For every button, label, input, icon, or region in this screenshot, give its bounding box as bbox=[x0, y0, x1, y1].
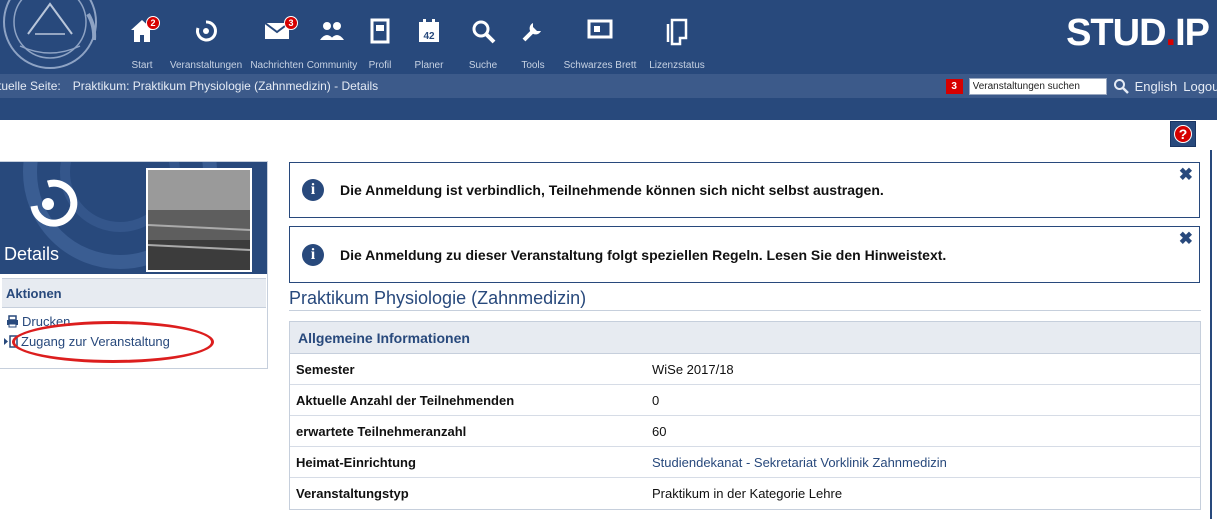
annotation-highlight-ellipse bbox=[12, 321, 214, 363]
nav-label-start: Start bbox=[131, 60, 153, 71]
row-value: 60 bbox=[652, 423, 667, 439]
license-icon bbox=[666, 18, 688, 46]
general-info-table: Allgemeine Informationen Semester WiSe 2… bbox=[289, 321, 1201, 510]
nav-item-schwarzes-brett[interactable]: Schwarzes Brett bbox=[556, 0, 644, 74]
general-info-heading: Allgemeine Informationen bbox=[290, 322, 1200, 354]
print-icon bbox=[7, 315, 18, 328]
nav-nachrichten-badge: 3 bbox=[284, 16, 298, 30]
close-icon[interactable]: ✖ bbox=[1179, 165, 1193, 185]
home-institute-link[interactable]: Studiendekanat - Sekretariat Vorklinik Z… bbox=[652, 455, 947, 470]
course-search-input[interactable] bbox=[968, 77, 1107, 95]
nav-item-planer[interactable]: 42 Planer bbox=[402, 0, 456, 74]
content-border bbox=[1210, 150, 1212, 519]
university-seal-logo[interactable] bbox=[0, 0, 105, 74]
page-title: Praktikum Physiologie (Zahnmedizin) bbox=[289, 288, 587, 308]
main-navigation: 2 Start Veranstaltungen 3 Nachrichten Co… bbox=[120, 0, 710, 74]
help-icon: ? bbox=[1174, 125, 1192, 143]
breadcrumb[interactable]: Praktikum: Praktikum Physiologie (Zahnme… bbox=[73, 79, 378, 93]
nav-item-profil[interactable]: Profil bbox=[358, 0, 402, 74]
nav-label-profil: Profil bbox=[368, 60, 392, 71]
divider bbox=[289, 310, 1201, 311]
row-label: Heimat-Einrichtung bbox=[296, 454, 416, 470]
info-message-box: i Die Anmeldung zu dieser Veranstaltung … bbox=[289, 226, 1200, 283]
courses-icon bbox=[196, 20, 217, 42]
row-label: Aktuelle Anzahl der Teilnehmenden bbox=[296, 392, 515, 408]
info-icon: i bbox=[302, 243, 324, 266]
nav-item-suche[interactable]: Suche bbox=[456, 0, 510, 74]
nav-item-veranstaltungen[interactable]: Veranstaltungen bbox=[164, 0, 248, 74]
nav-item-lizenzstatus[interactable]: Lizenzstatus bbox=[644, 0, 710, 74]
nav-label-veranstaltungen: Veranstaltungen bbox=[169, 60, 243, 71]
logout-link[interactable]: Logout bbox=[1183, 79, 1217, 94]
notification-count-badge[interactable]: 3 bbox=[945, 78, 963, 94]
tools-icon bbox=[522, 23, 541, 42]
nav-item-tools[interactable]: Tools bbox=[510, 0, 556, 74]
row-label: Veranstaltungstyp bbox=[296, 486, 409, 501]
nav-item-community[interactable]: Community bbox=[306, 0, 358, 74]
table-row: Aktuelle Anzahl der Teilnehmenden 0 bbox=[290, 385, 1200, 416]
info-icon: i bbox=[302, 179, 324, 201]
search-icon[interactable] bbox=[1113, 78, 1129, 94]
table-row: erwartete Teilnehmeranzahl 60 bbox=[290, 416, 1200, 447]
nav-label-tools: Tools bbox=[521, 60, 545, 71]
actions-heading-label: Aktionen bbox=[6, 285, 62, 301]
row-value: 0 bbox=[652, 392, 660, 408]
nav-label-planer: Planer bbox=[414, 60, 444, 71]
sidebar-title: Details bbox=[4, 244, 60, 264]
breadcrumb-bar: ktuelle Seite: Praktikum: Praktikum Phys… bbox=[0, 74, 1217, 98]
help-button[interactable]: ? bbox=[1170, 121, 1196, 147]
close-icon[interactable]: ✖ bbox=[1179, 229, 1193, 249]
sidebar-header: Details bbox=[0, 162, 267, 274]
nav-start-badge: 2 bbox=[146, 16, 160, 30]
row-value: WiSe 2017/18 bbox=[652, 361, 734, 377]
info-message-text: Die Anmeldung zu dieser Veranstaltung fo… bbox=[340, 246, 947, 263]
nav-item-start[interactable]: 2 Start bbox=[120, 0, 164, 74]
profile-icon bbox=[370, 18, 390, 44]
nav-label-nachrichten: Nachrichten bbox=[250, 60, 304, 71]
row-value: Praktikum in der Kategorie Lehre bbox=[652, 486, 843, 501]
nav-label-suche: Suche bbox=[468, 60, 498, 71]
header-tools: 3 English Logout bbox=[945, 74, 1217, 98]
blackboard-icon bbox=[587, 19, 613, 39]
language-switch-link[interactable]: English bbox=[1135, 79, 1178, 94]
search-icon bbox=[472, 20, 496, 44]
info-message-text: Die Anmeldung ist verbindlich, Teilnehme… bbox=[340, 182, 884, 198]
table-row: Heimat-Einrichtung Studiendekanat - Sekr… bbox=[290, 447, 1200, 478]
breadcrumb-label: ktuelle Seite: bbox=[0, 79, 61, 93]
course-image bbox=[146, 168, 252, 272]
table-row: Semester WiSe 2017/18 bbox=[290, 354, 1200, 385]
info-message-box: i Die Anmeldung ist verbindlich, Teilneh… bbox=[289, 162, 1200, 218]
nav-label-lizenzstatus: Lizenzstatus bbox=[649, 60, 705, 71]
calendar-icon: 42 bbox=[419, 19, 439, 42]
row-label: erwartete Teilnehmeranzahl bbox=[296, 423, 467, 439]
studip-logo[interactable]: STUD.IP bbox=[1066, 12, 1210, 55]
nav-label-schwarzes-brett: Schwarzes Brett bbox=[563, 60, 637, 71]
general-info-heading-label: Allgemeine Informationen bbox=[298, 329, 470, 346]
sidebar-actions-heading: Aktionen bbox=[2, 278, 266, 308]
nav-label-community: Community bbox=[306, 60, 358, 71]
calendar-day: 42 bbox=[423, 31, 435, 42]
nav-item-nachrichten[interactable]: 3 Nachrichten bbox=[248, 0, 306, 74]
table-row: Veranstaltungstyp Praktikum in der Kateg… bbox=[290, 478, 1200, 509]
sub-navigation-bar bbox=[0, 98, 1217, 120]
row-label: Semester bbox=[296, 361, 355, 377]
top-navigation-bar: 2 Start Veranstaltungen 3 Nachrichten Co… bbox=[0, 0, 1217, 74]
community-icon bbox=[320, 22, 344, 40]
